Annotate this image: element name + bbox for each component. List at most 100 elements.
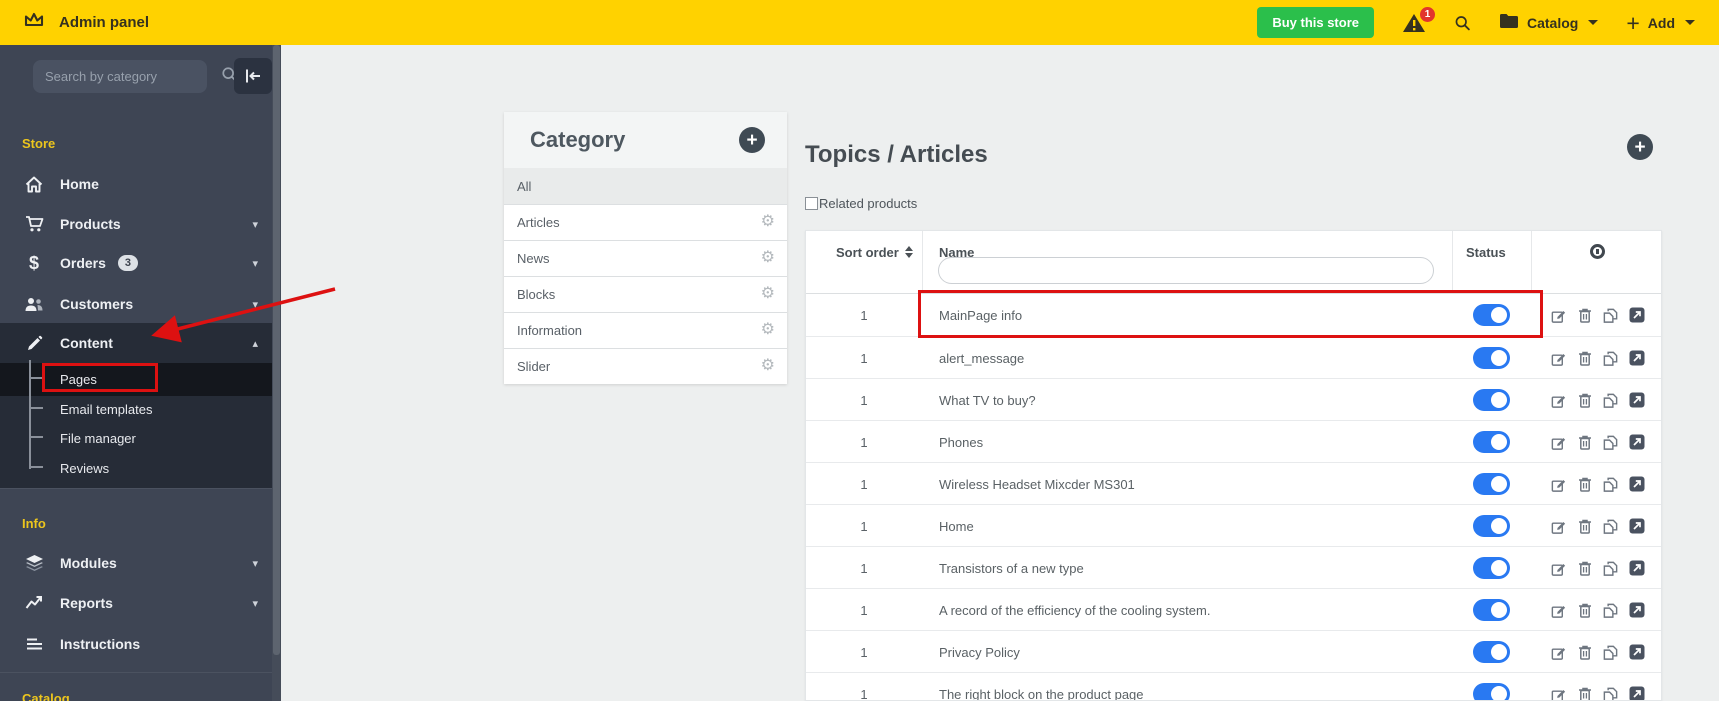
status-toggle[interactable]: [1473, 515, 1510, 537]
open-page-icon[interactable]: [1628, 476, 1645, 493]
edit-icon[interactable]: [1550, 644, 1567, 661]
name-filter-input[interactable]: [938, 257, 1434, 284]
table-row[interactable]: 1 Wireless Headset Mixcder MS301: [806, 462, 1661, 504]
table-row[interactable]: 1 Phones: [806, 420, 1661, 462]
table-row[interactable]: 1 What TV to buy?: [806, 378, 1661, 420]
sidebar-item-orders[interactable]: $ Orders 3 ▾: [0, 243, 272, 283]
delete-icon[interactable]: [1576, 602, 1593, 619]
category-item-information[interactable]: Information ⚙: [504, 312, 787, 348]
table-row[interactable]: 1 The right block on the product page: [806, 672, 1661, 700]
delete-icon[interactable]: [1576, 434, 1593, 451]
sidebar-collapse-button[interactable]: [234, 58, 272, 94]
edit-icon[interactable]: [1550, 307, 1567, 324]
open-page-icon[interactable]: [1628, 644, 1645, 661]
sidebar-item-products[interactable]: Products ▾: [0, 204, 272, 244]
edit-icon[interactable]: [1550, 350, 1567, 367]
duplicate-icon[interactable]: [1602, 518, 1619, 535]
table-row[interactable]: 1 A record of the efficiency of the cool…: [806, 588, 1661, 630]
sidebar-item-label: Customers: [60, 296, 134, 312]
open-page-icon[interactable]: [1628, 560, 1645, 577]
open-page-icon[interactable]: [1628, 350, 1645, 367]
table-row[interactable]: 1 Privacy Policy: [806, 630, 1661, 672]
open-page-icon[interactable]: [1628, 434, 1645, 451]
delete-icon[interactable]: [1576, 686, 1593, 700]
duplicate-icon[interactable]: [1602, 644, 1619, 661]
open-page-icon[interactable]: [1628, 686, 1645, 700]
related-products-checkbox[interactable]: Related products: [805, 196, 917, 211]
status-toggle[interactable]: [1473, 599, 1510, 621]
edit-icon[interactable]: [1550, 602, 1567, 619]
edit-icon[interactable]: [1550, 476, 1567, 493]
category-item-all[interactable]: All: [504, 168, 787, 204]
sidebar-item-content[interactable]: Content ▴: [0, 323, 272, 363]
delete-icon[interactable]: [1576, 518, 1593, 535]
delete-icon[interactable]: [1576, 560, 1593, 577]
status-toggle[interactable]: [1473, 557, 1510, 579]
status-toggle[interactable]: [1473, 641, 1510, 663]
sidebar-scrollbar[interactable]: [272, 45, 281, 701]
gear-icon[interactable]: ⚙: [761, 322, 775, 338]
sidebar-subitem-reviews[interactable]: Reviews: [60, 453, 109, 483]
edit-icon[interactable]: [1550, 560, 1567, 577]
duplicate-icon[interactable]: [1602, 350, 1619, 367]
status-toggle[interactable]: [1473, 683, 1510, 700]
open-page-icon[interactable]: [1628, 307, 1645, 324]
category-item-news[interactable]: News ⚙: [504, 240, 787, 276]
catalog-menu[interactable]: Catalog: [1499, 13, 1599, 32]
category-item-blocks[interactable]: Blocks ⚙: [504, 276, 787, 312]
duplicate-icon[interactable]: [1602, 686, 1619, 700]
open-page-icon[interactable]: [1628, 392, 1645, 409]
sidebar-item-reports[interactable]: Reports ▾: [0, 583, 272, 623]
row-name-value: Privacy Policy: [939, 644, 1020, 660]
delete-icon[interactable]: [1576, 476, 1593, 493]
add-article-button[interactable]: +: [1627, 134, 1653, 160]
edit-icon[interactable]: [1550, 392, 1567, 409]
delete-icon[interactable]: [1576, 392, 1593, 409]
gear-icon[interactable]: ⚙: [761, 286, 775, 302]
status-toggle[interactable]: [1473, 347, 1510, 369]
open-page-icon[interactable]: [1628, 518, 1645, 535]
category-item-slider[interactable]: Slider ⚙: [504, 348, 787, 384]
duplicate-icon[interactable]: [1602, 602, 1619, 619]
duplicate-icon[interactable]: [1602, 392, 1619, 409]
status-toggle[interactable]: [1473, 389, 1510, 411]
checkbox-icon[interactable]: [805, 197, 818, 210]
scrollbar-thumb[interactable]: [273, 45, 280, 655]
sidebar-item-modules[interactable]: Modules ▾: [0, 543, 272, 583]
edit-icon[interactable]: [1550, 518, 1567, 535]
global-search-button[interactable]: [1454, 14, 1471, 31]
status-toggle[interactable]: [1473, 431, 1510, 453]
sidebar-item-instructions[interactable]: Instructions: [0, 624, 272, 664]
sidebar-search-input[interactable]: [45, 69, 221, 84]
edit-icon[interactable]: [1550, 686, 1567, 700]
delete-icon[interactable]: [1576, 307, 1593, 324]
edit-icon[interactable]: [1550, 434, 1567, 451]
gear-icon[interactable]: ⚙: [761, 214, 775, 230]
duplicate-icon[interactable]: [1602, 434, 1619, 451]
duplicate-icon[interactable]: [1602, 476, 1619, 493]
sidebar-item-home[interactable]: Home: [0, 164, 272, 204]
buy-this-store-button[interactable]: Buy this store: [1257, 7, 1374, 38]
sidebar-item-customers[interactable]: Customers ▾: [0, 284, 272, 324]
table-row[interactable]: 1 MainPage info: [806, 294, 1661, 336]
table-row[interactable]: 1 Transistors of a new type: [806, 546, 1661, 588]
chevron-down-icon: ▾: [252, 218, 258, 231]
add-category-button[interactable]: +: [739, 127, 765, 153]
duplicate-icon[interactable]: [1602, 560, 1619, 577]
warnings-button[interactable]: 1: [1402, 6, 1435, 34]
table-row[interactable]: 1 alert_message: [806, 336, 1661, 378]
gear-icon[interactable]: ⚙: [761, 250, 775, 266]
table-row[interactable]: 1 Home: [806, 504, 1661, 546]
open-page-icon[interactable]: [1628, 602, 1645, 619]
delete-icon[interactable]: [1576, 644, 1593, 661]
gear-icon[interactable]: ⚙: [761, 358, 775, 374]
duplicate-icon[interactable]: [1602, 307, 1619, 324]
sort-order-toggle[interactable]: [905, 246, 913, 258]
status-toggle[interactable]: [1473, 473, 1510, 495]
status-toggle[interactable]: [1473, 304, 1510, 326]
category-item-articles[interactable]: Articles ⚙: [504, 204, 787, 240]
delete-icon[interactable]: [1576, 350, 1593, 367]
add-menu[interactable]: + Add: [1626, 11, 1695, 34]
sidebar-subitem-email-templates[interactable]: Email templates: [60, 394, 152, 424]
sidebar-subitem-file-manager[interactable]: File manager: [60, 423, 136, 453]
